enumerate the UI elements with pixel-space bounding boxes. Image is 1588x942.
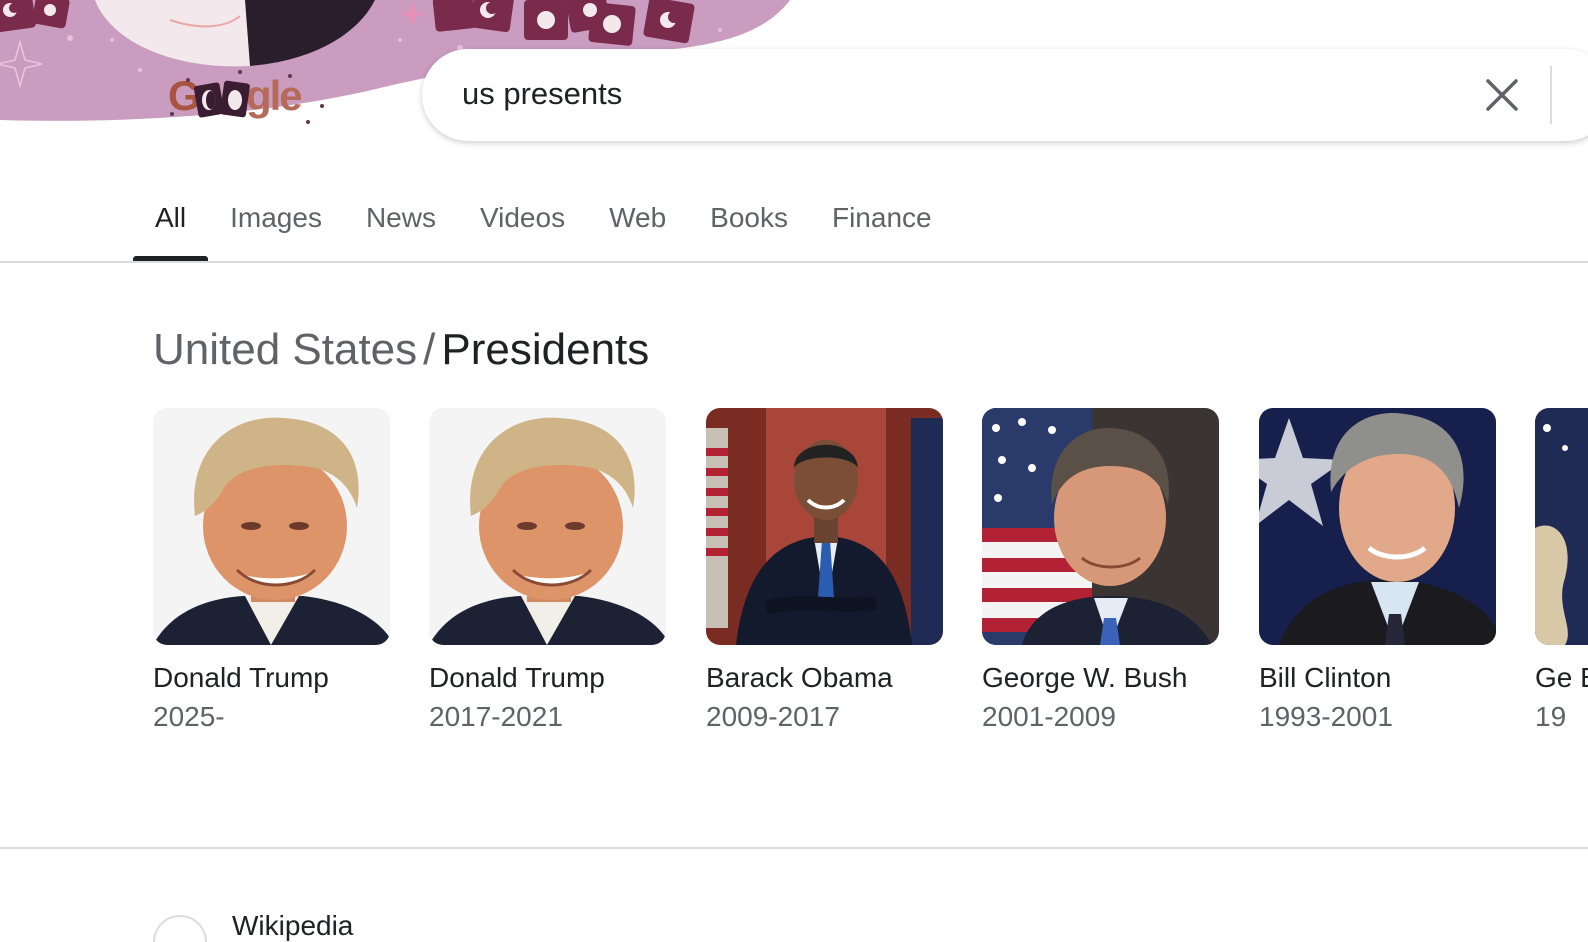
president-photo — [706, 408, 943, 645]
breadcrumb-parent-link[interactable]: United States — [153, 325, 417, 374]
search-tabs: All Images News Videos Web Books Finance — [133, 180, 954, 262]
president-photo — [429, 408, 666, 645]
tab-books[interactable]: Books — [688, 180, 810, 262]
breadcrumb-title: Presidents — [441, 325, 650, 374]
president-years: 1993-2001 — [1259, 701, 1393, 732]
google-logo[interactable]: Google — [160, 66, 335, 131]
tab-web[interactable]: Web — [587, 180, 688, 262]
president-name: Bill Clinton — [1259, 662, 1392, 693]
president-name: George W. Bush — [982, 662, 1188, 693]
section-divider — [0, 847, 1588, 849]
tab-finance[interactable]: Finance — [810, 180, 954, 262]
tab-label: Images — [230, 202, 322, 233]
president-name: Donald Trump — [153, 662, 329, 693]
president-card[interactable]: Ge Bu 19 — [1535, 408, 1588, 733]
tab-label: Finance — [831, 202, 932, 233]
breadcrumb-separator: / — [423, 325, 436, 374]
presidents-carousel: Donald Trump 2025- Donald Trump 2017-202… — [153, 408, 1588, 778]
president-years: 2001-2009 — [982, 701, 1116, 732]
president-card[interactable]: Bill Clinton 1993-2001 — [1259, 408, 1496, 733]
search-input[interactable] — [462, 75, 1362, 113]
tab-label: Videos — [479, 202, 566, 233]
president-photo — [1535, 408, 1588, 645]
tab-news[interactable]: News — [344, 180, 458, 262]
tab-label: News — [365, 202, 436, 233]
president-years: 2009-2017 — [706, 701, 840, 732]
tab-label: Web — [609, 202, 667, 233]
tab-images[interactable]: Images — [208, 180, 344, 262]
tab-label: Books — [710, 202, 788, 233]
president-card[interactable]: Barack Obama 2009-2017 — [706, 408, 943, 733]
president-photo — [982, 408, 1219, 645]
tabs-divider — [0, 261, 1588, 263]
wikipedia-favicon-icon[interactable] — [153, 915, 207, 942]
president-years: 2017-2021 — [429, 701, 563, 732]
president-years: 2025- — [153, 701, 225, 732]
president-years: 19 — [1535, 701, 1567, 732]
president-card[interactable]: Donald Trump 2017-2021 — [429, 408, 666, 733]
tab-all[interactable]: All — [133, 180, 209, 262]
entity-breadcrumb: United States / Presidents — [153, 325, 649, 375]
result-source-name[interactable]: Wikipedia — [232, 910, 353, 942]
close-icon[interactable] — [1484, 77, 1520, 113]
president-card[interactable]: George W. Bush 2001-2009 — [982, 408, 1219, 733]
tab-label: All — [155, 202, 187, 233]
tab-videos[interactable]: Videos — [458, 180, 587, 262]
president-name: Donald Trump — [429, 662, 605, 693]
search-divider — [1550, 66, 1552, 124]
president-name: Ge Bu — [1535, 662, 1588, 693]
president-photo — [153, 408, 390, 645]
search-box — [422, 49, 1588, 141]
president-photo — [1259, 408, 1496, 645]
president-name: Barack Obama — [706, 662, 893, 693]
doodle-cards-icon — [170, 70, 324, 124]
president-card[interactable]: Donald Trump 2025- — [153, 408, 390, 733]
